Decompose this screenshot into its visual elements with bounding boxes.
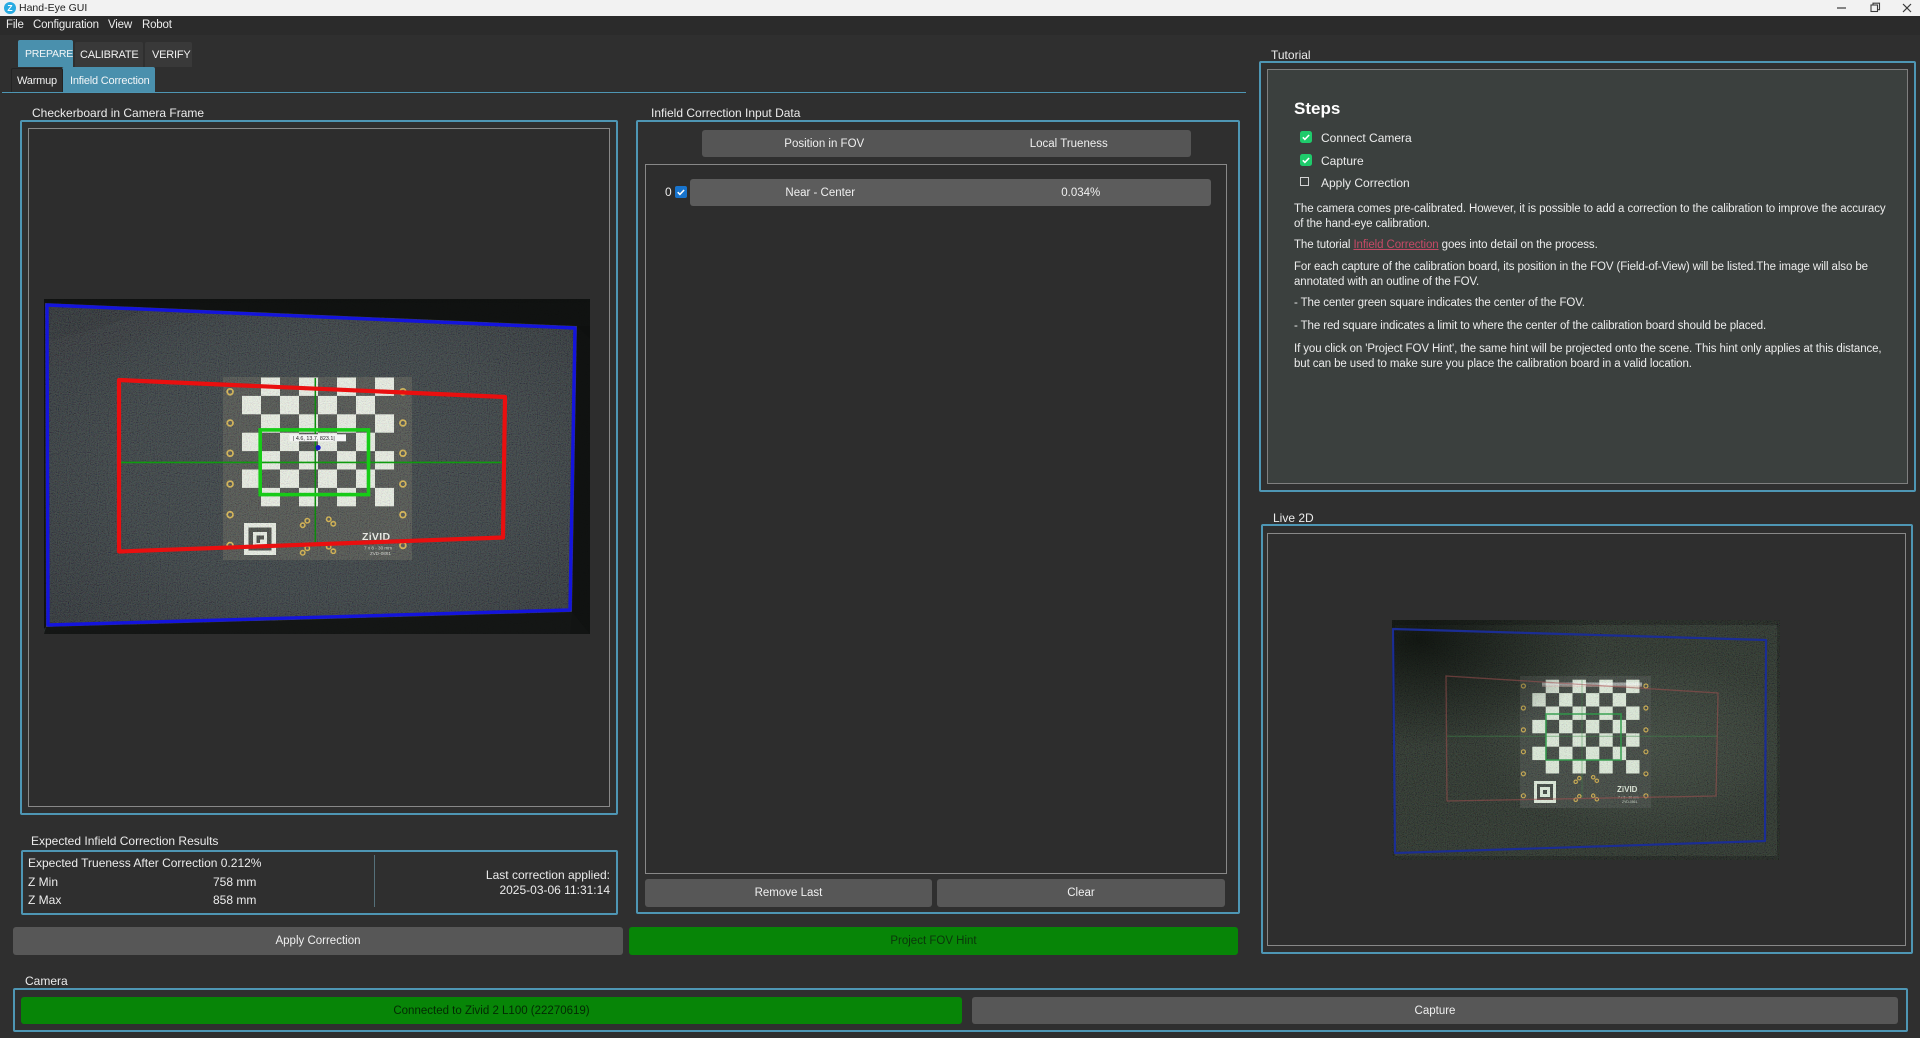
svg-text:Z: Z bbox=[7, 3, 12, 13]
svg-text:| 4.6, 13.7, 823.1|: | 4.6, 13.7, 823.1| bbox=[293, 436, 335, 442]
